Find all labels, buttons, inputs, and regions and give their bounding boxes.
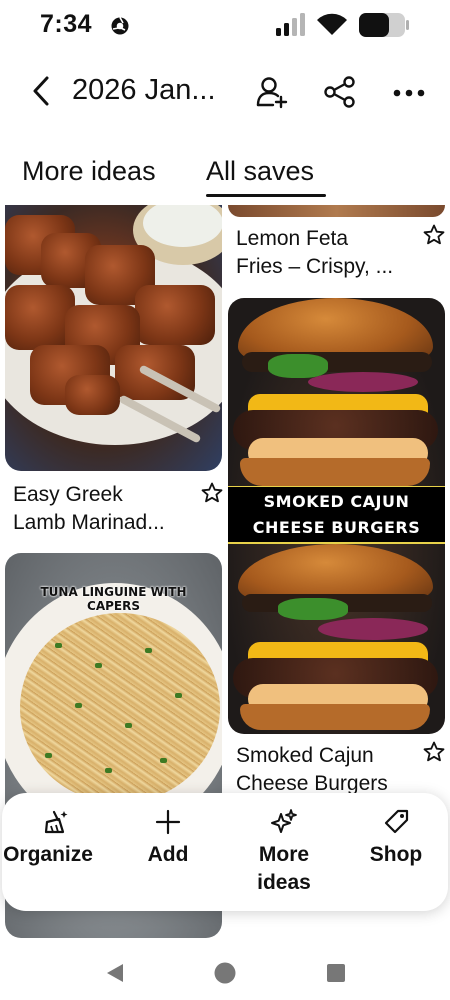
organize-button[interactable]: Organize bbox=[3, 807, 104, 869]
tab-all-saves[interactable]: All saves bbox=[206, 156, 314, 187]
board-header: 2026 Jan... bbox=[0, 60, 450, 126]
herb bbox=[145, 648, 152, 653]
pin-title-lemon-feta[interactable]: Lemon Feta Fries – Crispy, ... bbox=[236, 225, 393, 281]
add-collaborator-button[interactable] bbox=[252, 74, 292, 114]
back-button[interactable] bbox=[24, 74, 58, 112]
add-collaborator-icon bbox=[255, 75, 289, 114]
burger-onion bbox=[318, 618, 428, 640]
add-button[interactable]: Add bbox=[130, 807, 206, 869]
pin-title-cajun-burgers[interactable]: Smoked Cajun Cheese Burgers bbox=[236, 742, 388, 798]
more-ideas-button[interactable]: More ideas bbox=[238, 807, 330, 897]
herb bbox=[105, 768, 112, 773]
nav-back-icon bbox=[104, 962, 126, 989]
linguine bbox=[20, 613, 220, 803]
tag-icon bbox=[381, 807, 411, 837]
burger-lettuce bbox=[268, 354, 328, 378]
nav-back-button[interactable] bbox=[95, 955, 135, 995]
share-icon bbox=[323, 75, 357, 114]
battery-icon bbox=[358, 12, 410, 43]
plus-icon bbox=[153, 807, 183, 837]
burger-onion bbox=[308, 372, 418, 392]
more-options-icon bbox=[392, 85, 426, 103]
tab-more-ideas[interactable]: More ideas bbox=[22, 156, 156, 187]
selected-tab-indicator bbox=[206, 194, 326, 197]
herb bbox=[160, 758, 167, 763]
lamb-piece bbox=[65, 375, 120, 415]
herb bbox=[125, 723, 132, 728]
add-label: Add bbox=[147, 843, 189, 866]
pin-image-lamb-skewers[interactable] bbox=[5, 205, 222, 471]
nav-recents-button[interactable] bbox=[316, 955, 356, 995]
burger-bun-bottom bbox=[240, 704, 430, 730]
nav-home-button[interactable] bbox=[205, 955, 245, 995]
burger-lettuce bbox=[278, 598, 348, 620]
herb bbox=[45, 753, 52, 758]
herb bbox=[55, 643, 62, 648]
herb bbox=[75, 703, 82, 708]
wifi-icon bbox=[316, 13, 348, 42]
banner-rule-bottom bbox=[228, 542, 445, 544]
board-title[interactable]: 2026 Jan... bbox=[72, 74, 216, 107]
status-bar: 7:34 bbox=[0, 0, 450, 50]
back-arrow-icon bbox=[30, 75, 52, 112]
save-star-icon[interactable] bbox=[200, 481, 224, 505]
pin-caption-tuna: TUNA LINGUINE WITH CAPERS bbox=[40, 585, 187, 613]
organize-label: Organize bbox=[3, 843, 93, 866]
more-options-button[interactable] bbox=[389, 74, 429, 114]
herb bbox=[175, 693, 182, 698]
system-nav-bar bbox=[0, 945, 450, 1000]
lamb-piece bbox=[135, 285, 215, 345]
status-time: 7:34 bbox=[40, 10, 93, 38]
burger-bun-bottom bbox=[240, 458, 430, 486]
share-button[interactable] bbox=[320, 74, 360, 114]
nav-home-icon bbox=[213, 961, 237, 990]
organize-broom-icon bbox=[41, 807, 71, 837]
herb bbox=[95, 663, 102, 668]
more-ideas-label: More ideas bbox=[257, 843, 311, 894]
shop-label: Shop bbox=[369, 843, 423, 866]
sparkle-icon bbox=[269, 807, 299, 837]
shop-button[interactable]: Shop bbox=[356, 807, 436, 869]
nav-recents-icon bbox=[325, 962, 347, 989]
board-action-bar: Organize Add More ideas Shop bbox=[2, 793, 448, 911]
pin-banner-cajun: SMOKED CAJUN CHEESE BURGERS bbox=[228, 487, 445, 543]
app-notification-icon bbox=[110, 16, 130, 36]
save-star-icon[interactable] bbox=[422, 740, 446, 764]
board-tabs: More ideas All saves bbox=[0, 150, 450, 200]
save-star-icon[interactable] bbox=[422, 223, 446, 247]
pin-title-lamb[interactable]: Easy Greek Lamb Marinad... bbox=[13, 481, 165, 537]
cellular-signal-icon bbox=[274, 13, 306, 42]
pin-image-lemon-feta-fries[interactable] bbox=[228, 205, 445, 217]
